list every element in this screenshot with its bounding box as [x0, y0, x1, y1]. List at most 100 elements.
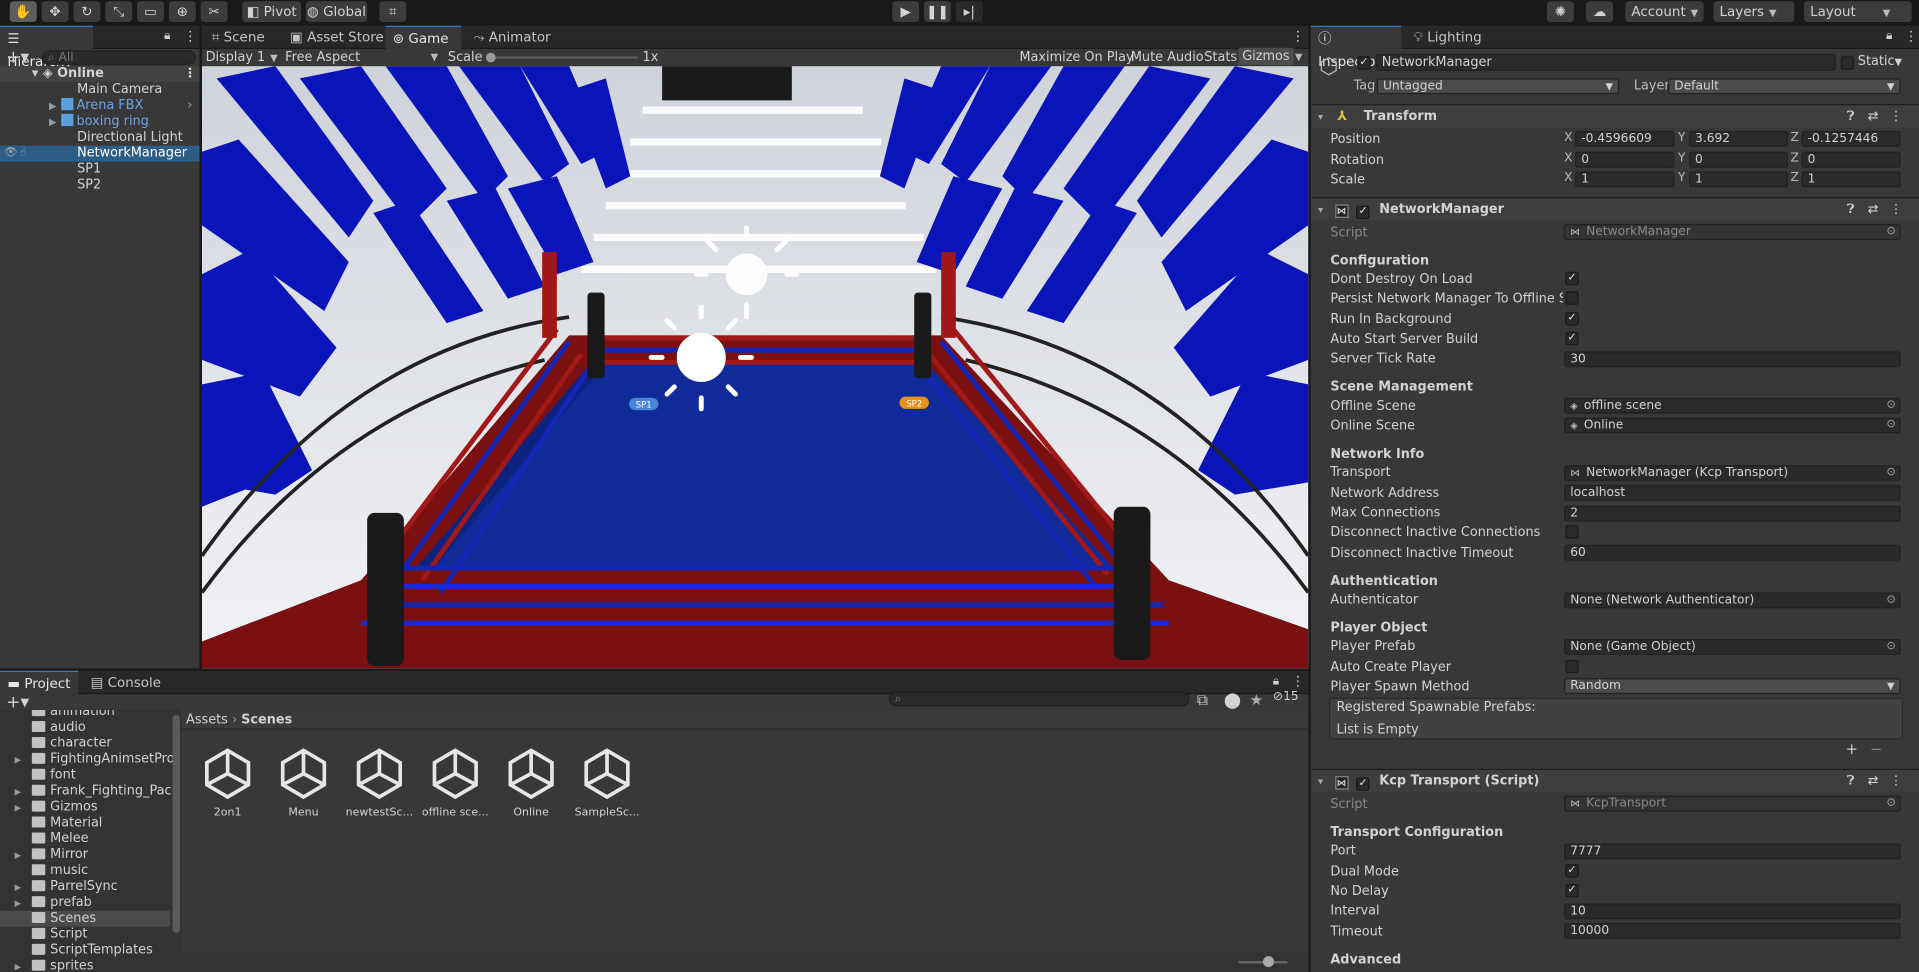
auto-create-player-checkbox[interactable] — [1565, 659, 1579, 674]
folder-item[interactable]: Melee — [0, 831, 170, 847]
interval-field[interactable]: 10 — [1564, 903, 1901, 920]
tab-project[interactable]: ▬ Project — [0, 670, 79, 695]
tab-game[interactable]: ⊚ Game — [385, 25, 462, 49]
preset-icon[interactable]: ⇄ — [1868, 770, 1879, 792]
scale-tool-icon[interactable]: ⤡ — [105, 1, 133, 23]
folder-item[interactable]: Script — [0, 927, 170, 943]
unity-scene-icon[interactable] — [428, 747, 482, 801]
hidden-packages-toggle[interactable]: ⊘15 — [1273, 690, 1299, 703]
folder-tree-scrollbar[interactable] — [172, 714, 180, 933]
authenticator-field[interactable]: None (Network Authenticator) ⊙ — [1564, 592, 1901, 609]
folder-item[interactable]: ▶ ParrelSync — [0, 879, 170, 895]
breadcrumb-scenes[interactable]: Scenes — [241, 712, 292, 727]
more-menu-icon[interactable]: ⋮ — [1291, 28, 1304, 44]
lock-icon[interactable]: 🔒︎ — [1273, 675, 1280, 688]
object-picker-icon[interactable]: ⊙ — [1887, 419, 1896, 432]
component-menu-icon[interactable]: ⋮ — [1890, 198, 1903, 220]
transform-rotation-y-field[interactable]: 0 — [1688, 151, 1789, 168]
transform-tool-icon[interactable]: ⊕ — [168, 1, 196, 23]
hierarchy-item-networkmanager[interactable]: 👁︎ ☝︎ NetworkManager — [0, 145, 200, 162]
more-menu-icon[interactable]: ⋮ — [184, 28, 197, 44]
static-checkbox[interactable] — [1840, 56, 1855, 70]
folder-item[interactable]: Scenes — [0, 910, 171, 927]
object-picker-icon[interactable]: ⊙ — [1887, 797, 1896, 810]
chevron-right-icon[interactable]: › — [187, 98, 192, 114]
spawn-point-sp2[interactable]: SP2 — [899, 396, 929, 410]
folder-item[interactable]: ▶ Gizmos — [0, 799, 170, 815]
layers-dropdown[interactable]: Layers ▼ — [1713, 1, 1795, 23]
spawn-method-dropdown[interactable]: Random ▼ — [1564, 678, 1901, 695]
static-dropdown[interactable]: Static▼ — [1858, 54, 1902, 69]
disconnect-timeout-field[interactable]: 60 — [1564, 544, 1901, 561]
tab-inspector[interactable]: ⓘ Inspector — [1310, 25, 1402, 70]
account-dropdown[interactable]: Account ▼ — [1625, 1, 1704, 23]
more-menu-icon[interactable]: ⋮ — [1291, 673, 1304, 689]
folder-item[interactable]: Material — [0, 815, 170, 831]
help-icon[interactable]: ❓︎ — [1847, 198, 1855, 220]
tab-lighting[interactable]: 💡︎ Lighting — [1406, 26, 1489, 49]
unity-scene-icon[interactable] — [580, 747, 634, 801]
online-scene-field[interactable]: ◈ Online ⊙ — [1564, 417, 1901, 434]
layout-dropdown[interactable]: Layout ▼ — [1803, 1, 1912, 23]
no-delay-checkbox[interactable]: ✓ — [1565, 883, 1579, 898]
cloud-icon[interactable]: ☁ — [1586, 1, 1614, 23]
object-picker-icon[interactable]: ⊙ — [1887, 225, 1896, 238]
pick-hand-icon[interactable]: ☝︎ — [20, 146, 27, 162]
kcp-transport-header[interactable]: ▾ ⋈ ✓ Kcp Transport (Script) ❓︎ ⇄ ⋮ — [1311, 768, 1919, 793]
offline-scene-field[interactable]: ◈ offline scene ⊙ — [1564, 397, 1901, 414]
maximize-on-play-toggle[interactable]: Maximize On Play — [1019, 49, 1133, 66]
component-menu-icon[interactable]: ⋮ — [1890, 770, 1903, 792]
networkmanager-header[interactable]: ▾ ⋈ ✓ NetworkManager ❓︎ ⇄ ⋮ — [1311, 197, 1919, 221]
services-icon[interactable]: ✺ — [1546, 1, 1574, 23]
hand-tool-icon[interactable]: ✋ — [9, 1, 37, 23]
object-picker-icon[interactable]: ⊙ — [1887, 399, 1896, 412]
help-icon[interactable]: ❓︎ — [1847, 770, 1855, 792]
step-button[interactable]: ▸| — [955, 1, 983, 23]
tab-scene[interactable]: ⌗ Scene — [204, 26, 272, 49]
gizmos-toggle[interactable]: Gizmos — [1238, 47, 1294, 65]
stats-toggle[interactable]: Stats — [1204, 49, 1237, 66]
object-name-field[interactable]: NetworkManager — [1375, 53, 1836, 72]
remove-prefab-button[interactable]: − — [1870, 741, 1882, 758]
auto-start-checkbox[interactable]: ✓ — [1565, 331, 1579, 346]
favorite-star-icon[interactable]: ★ — [1250, 690, 1264, 708]
layer-dropdown[interactable]: Default ▼ — [1668, 78, 1901, 95]
folder-item[interactable]: character — [0, 736, 170, 752]
component-menu-icon[interactable]: ⋮ — [1890, 105, 1903, 127]
unity-scene-icon[interactable] — [352, 747, 406, 801]
breadcrumb-assets[interactable]: Assets — [186, 712, 228, 727]
rect-tool-icon[interactable]: ▭ — [137, 1, 164, 23]
folder-item[interactable]: audio — [0, 720, 170, 736]
pivot-toggle[interactable]: ◧ Pivot — [242, 1, 302, 23]
lock-icon[interactable]: 🔒︎ — [1886, 29, 1893, 42]
grid-snap-icon[interactable]: ⌗ — [379, 1, 407, 23]
kcp-script-field[interactable]: ⋈ KcpTransport ⊙ — [1564, 795, 1901, 812]
hierarchy-item-sp1[interactable]: SP1 — [0, 162, 199, 178]
disconnect-inactive-checkbox[interactable] — [1565, 525, 1579, 539]
lock-icon[interactable]: 🔒︎ — [164, 29, 171, 42]
tab-hierarchy[interactable]: ☰ Hierarchy — [0, 25, 94, 70]
icon-size-thumb[interactable] — [1263, 956, 1275, 968]
script-field[interactable]: ⋈ NetworkManager ⊙ — [1564, 224, 1901, 240]
global-toggle[interactable]: ◍ Global — [305, 1, 368, 23]
unity-scene-icon[interactable] — [277, 747, 331, 801]
transform-scale-x-field[interactable]: 1 — [1575, 171, 1675, 188]
transform-position-y-field[interactable]: 3.692 — [1688, 130, 1789, 147]
hierarchy-item-boxing-ring[interactable]: ▶ boxing ring — [0, 113, 199, 130]
custom-tool-icon[interactable]: ✂ — [200, 1, 228, 23]
move-tool-icon[interactable]: ✥ — [41, 1, 69, 23]
folder-item[interactable]: music — [0, 863, 170, 879]
rotate-tool-icon[interactable]: ↻ — [73, 1, 101, 23]
tab-console[interactable]: ▤ Console — [83, 671, 168, 694]
folder-item[interactable]: ScriptTemplates — [0, 943, 170, 959]
dont-destroy-checkbox[interactable]: ✓ — [1565, 271, 1579, 286]
component-enabled-checkbox[interactable]: ✓ — [1356, 777, 1370, 791]
transform-scale-z-field[interactable]: 1 — [1801, 171, 1901, 188]
preset-icon[interactable]: ⇄ — [1868, 105, 1879, 127]
more-menu-icon[interactable]: ⋮ — [1904, 28, 1917, 44]
scale-slider[interactable] — [490, 56, 638, 59]
folder-item[interactable]: ▶ Mirror — [0, 847, 170, 863]
transform-position-x-field[interactable]: -0.4596609 — [1575, 130, 1675, 147]
scene-row[interactable]: ▾ ◈ Online ⋮ — [0, 66, 200, 83]
pause-button[interactable]: ❚❚ — [924, 1, 951, 23]
